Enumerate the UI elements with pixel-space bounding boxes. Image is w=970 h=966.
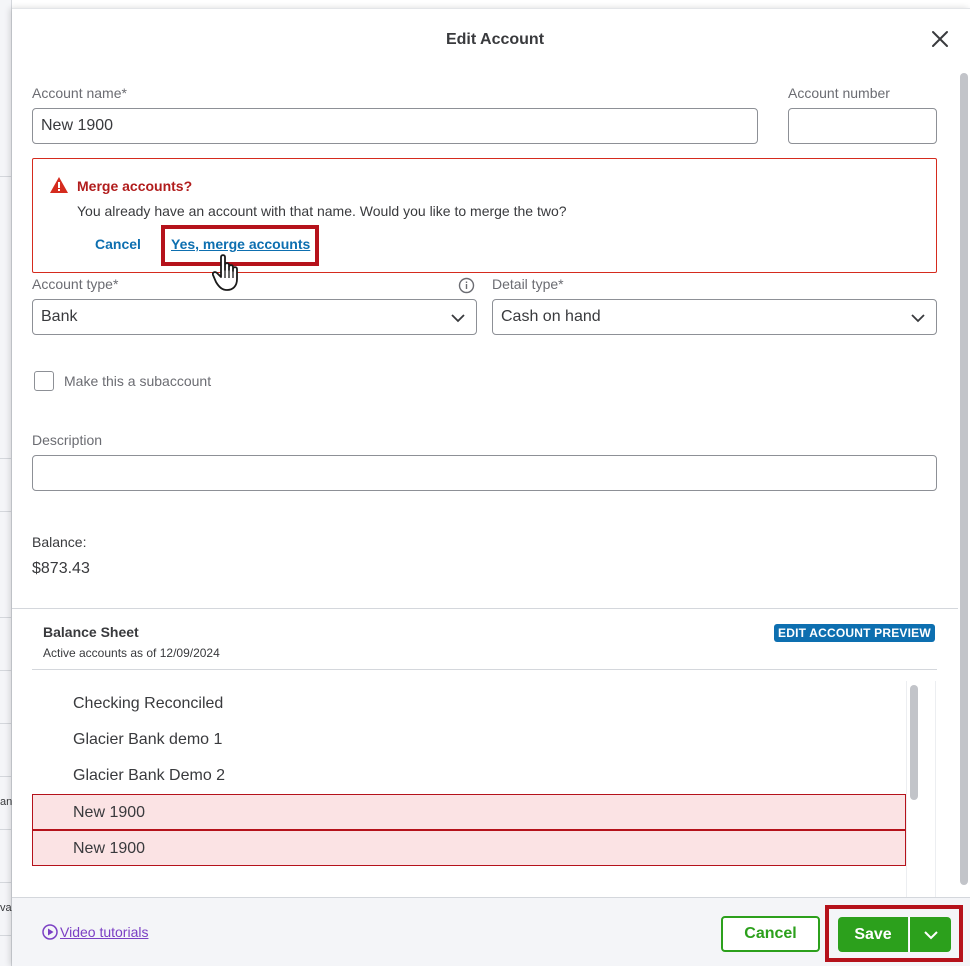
list-item: Glacier Bank demo 1 [73, 731, 223, 748]
chevron-down-icon [924, 931, 938, 940]
panel-scrollbar-thumb[interactable] [960, 73, 968, 885]
subaccount-label: Make this a subaccount [64, 373, 212, 389]
background-divider [0, 935, 12, 936]
list-item: Checking Reconciled [73, 695, 224, 712]
subaccount-checkbox[interactable] [34, 371, 54, 391]
account-type-label: Account type* [32, 276, 119, 292]
background-divider [0, 723, 12, 724]
merge-cancel-button[interactable]: Cancel [95, 236, 141, 252]
edit-account-panel: Edit Account Account name* New 1900 Acco… [12, 8, 970, 966]
save-highlight: Save [825, 905, 963, 962]
background-divider [0, 776, 12, 777]
detail-type-label: Detail type* [492, 276, 564, 292]
video-tutorials-link[interactable]: Video tutorials [42, 924, 148, 940]
hand-cursor-icon [212, 254, 238, 291]
background-divider [0, 670, 12, 671]
warning-icon [50, 177, 68, 193]
balance-sheet-subtitle: Active accounts as of 12/09/2024 [43, 646, 220, 660]
description-input[interactable] [32, 455, 937, 491]
chevron-down-icon [451, 314, 465, 323]
background-divider [0, 458, 12, 459]
list-item-highlighted: New 1900 [32, 830, 906, 866]
info-icon[interactable] [458, 277, 475, 294]
merge-message: You already have an account with that na… [77, 203, 567, 219]
balance-sheet-divider [32, 669, 937, 670]
balance-value: $873.43 [32, 560, 90, 577]
video-tutorials-label: Video tutorials [60, 924, 149, 940]
section-divider [12, 608, 958, 609]
play-icon [42, 924, 58, 940]
account-type-value: Bank [41, 308, 78, 325]
background-divider [0, 176, 12, 177]
background-divider [0, 511, 12, 512]
account-number-label: Account number [788, 85, 890, 101]
background-divider [0, 617, 12, 618]
merge-title: Merge accounts? [77, 178, 193, 194]
background-text: an [0, 796, 12, 808]
dialog-footer: Video tutorials Cancel Save [12, 897, 970, 966]
list-item: Glacier Bank Demo 2 [73, 767, 226, 784]
account-name-label: Account name* [32, 85, 127, 101]
close-icon [932, 31, 948, 47]
background-divider [0, 882, 12, 883]
account-name-input[interactable]: New 1900 [32, 108, 758, 144]
merge-confirm-button[interactable]: Yes, merge accounts [171, 236, 310, 252]
merge-warning: Merge accounts? You already have an acco… [32, 158, 937, 273]
save-options-button[interactable] [909, 917, 951, 952]
preview-badge: EDIT ACCOUNT PREVIEW [774, 624, 935, 642]
list-item-highlighted: New 1900 [32, 794, 906, 830]
list-scrollbar-thumb[interactable] [910, 685, 918, 800]
account-number-input[interactable] [788, 108, 937, 144]
cancel-button[interactable]: Cancel [721, 916, 820, 952]
save-button[interactable]: Save [838, 917, 908, 952]
close-button[interactable] [928, 27, 952, 51]
account-type-select[interactable]: Bank [32, 299, 477, 335]
account-list: Checking Reconciled Glacier Bank demo 1 … [32, 686, 906, 882]
chevron-down-icon [911, 314, 925, 323]
dialog-title: Edit Account [445, 31, 545, 48]
balance-sheet-title: Balance Sheet [43, 624, 139, 640]
description-label: Description [32, 432, 103, 448]
background-page [0, 0, 12, 966]
background-divider [0, 829, 12, 830]
detail-type-select[interactable]: Cash on hand [492, 299, 937, 335]
background-text: va [0, 902, 12, 914]
balance-label: Balance: [32, 534, 87, 550]
detail-type-value: Cash on hand [501, 308, 601, 325]
